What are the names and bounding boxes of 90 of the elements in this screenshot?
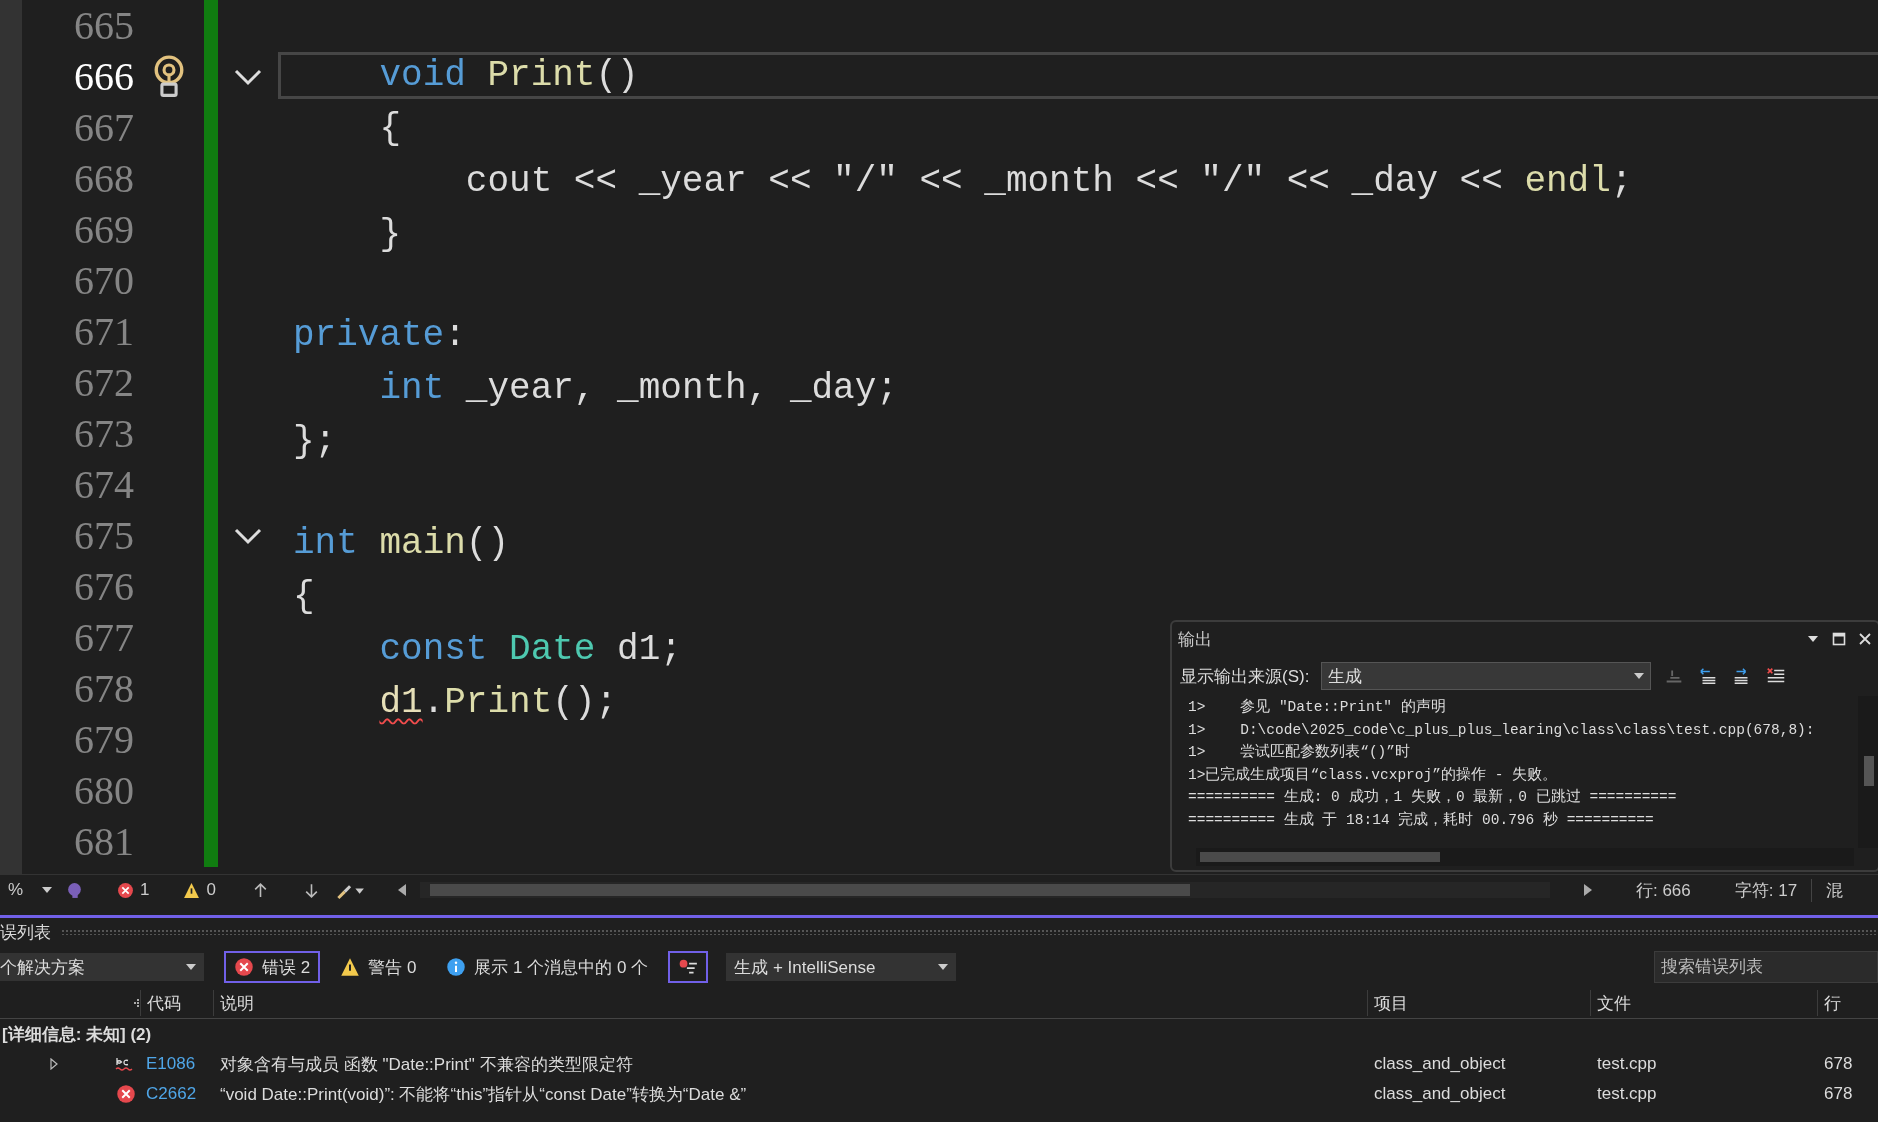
caret-icon bbox=[42, 887, 52, 893]
code-line: void Print() bbox=[378, 54, 639, 96]
error-icon bbox=[234, 957, 254, 977]
code-line: { bbox=[293, 575, 315, 617]
code-line: }; bbox=[293, 421, 337, 462]
panel-title: 误列表 bbox=[0, 921, 51, 944]
code-line: int _year, _month, _day; bbox=[378, 368, 898, 409]
source-dropdown[interactable]: 生成 bbox=[1321, 662, 1652, 690]
line-number: 665 bbox=[74, 2, 134, 49]
head-icon[interactable] bbox=[66, 881, 83, 899]
table-cell-text: class_and_object bbox=[1373, 1084, 1507, 1104]
column-header[interactable]: 项目 bbox=[1367, 990, 1590, 1016]
error-code-link[interactable]: C2662 bbox=[140, 1084, 213, 1104]
maximize-icon[interactable] bbox=[1832, 632, 1846, 646]
code-line: { bbox=[378, 107, 402, 149]
line-number: 676 bbox=[74, 563, 134, 610]
column-header[interactable]: 代码 bbox=[140, 990, 213, 1016]
output-line: 1> 尝试匹配参数列表“()”时 bbox=[1188, 742, 1411, 762]
sort-icon[interactable] bbox=[132, 999, 140, 1007]
scroll-right-icon[interactable] bbox=[1583, 884, 1592, 896]
error-icon[interactable] bbox=[117, 881, 134, 899]
output-line: ========== 生成: 0 成功，1 失败，0 最新，0 已跳过 ========== bbox=[1188, 787, 1678, 807]
column-header[interactable]: 说明 bbox=[213, 990, 1367, 1016]
line-number: 673 bbox=[74, 410, 134, 457]
scope-dropdown[interactable]: 个解决方案 bbox=[0, 953, 204, 981]
line-number: 669 bbox=[74, 206, 134, 253]
horizontal-scrollbar[interactable] bbox=[419, 882, 1550, 898]
line-number: 668 bbox=[74, 155, 134, 202]
group-header[interactable]: [详细信息: 未知] (2) bbox=[0, 1019, 1878, 1049]
line-number: 677 bbox=[74, 614, 134, 661]
output-line: 1>已完成生成项目“class.vcxproj”的操作 - 失败。 bbox=[1188, 765, 1559, 785]
scroll-left-icon[interactable] bbox=[397, 884, 406, 896]
code-line: private: bbox=[293, 315, 466, 356]
info-icon bbox=[446, 957, 467, 977]
line-number: 666 bbox=[74, 53, 134, 100]
caret-icon bbox=[938, 964, 949, 970]
table-cell-text: 678 bbox=[1823, 1084, 1854, 1104]
table-cell-text: class_and_object bbox=[1373, 1054, 1507, 1074]
encoding-button[interactable]: 混 bbox=[1811, 878, 1844, 902]
line-number: 672 bbox=[74, 359, 134, 406]
char-position: 字符: 17 bbox=[1734, 879, 1798, 902]
code-line: } bbox=[378, 213, 402, 255]
output-line: ========== 生成 于 18:14 完成，耗时 00.796 秒 ========== bbox=[1188, 810, 1655, 830]
error-icon bbox=[116, 1084, 136, 1104]
table-cell-text: test.cpp bbox=[1596, 1084, 1658, 1104]
vertical-scrollbar[interactable] bbox=[1858, 696, 1878, 848]
source-label: 显示输出来源(S): bbox=[1180, 665, 1310, 688]
error-count[interactable]: 1 bbox=[140, 880, 150, 900]
column-header[interactable]: 文件 bbox=[1590, 990, 1817, 1016]
warning-icon[interactable] bbox=[183, 881, 201, 899]
output-line: 1> D:\code\2025_code\c_plus_plus_learing\class\class\test.cpp(678,8): bbox=[1188, 720, 1816, 740]
line-position: 行: 666 bbox=[1635, 879, 1691, 902]
code-line: cout << _year << "/" << _month << "/" << _day << endl; bbox=[464, 160, 1633, 202]
collapse-chevron-icon[interactable] bbox=[233, 67, 263, 86]
code-line: const Date d1; bbox=[378, 628, 682, 670]
caret-icon bbox=[1634, 673, 1645, 679]
code-line: int main() bbox=[293, 522, 510, 564]
line-number: 670 bbox=[74, 257, 134, 304]
line-number: 675 bbox=[74, 512, 134, 559]
line-number: 681 bbox=[74, 818, 134, 865]
column-header[interactable]: 行 bbox=[1817, 990, 1865, 1016]
line-number: 678 bbox=[74, 665, 134, 712]
build-filter-toggle[interactable] bbox=[668, 951, 709, 983]
caret-icon bbox=[186, 964, 196, 970]
table-cell-text: 对象含有与成员 函数 "Date::Print" 不兼容的类型限定符 bbox=[219, 1053, 634, 1076]
line-number: 679 bbox=[74, 716, 134, 763]
line-number: 671 bbox=[74, 308, 134, 355]
lightbulb-icon[interactable] bbox=[152, 53, 186, 100]
table-cell-text: 678 bbox=[1823, 1054, 1854, 1074]
expand-arrow-icon[interactable] bbox=[50, 1058, 58, 1070]
source-dropdown[interactable]: 生成 + IntelliSense bbox=[726, 953, 957, 981]
warning-count[interactable]: 0 bbox=[206, 880, 216, 900]
line-number: 680 bbox=[74, 767, 134, 814]
line-number: 674 bbox=[74, 461, 134, 508]
horizontal-scrollbar[interactable] bbox=[1196, 848, 1854, 866]
table-cell-text: “void Date::Print(void)”: 不能将“this”指针从“const Date”转换为“Date &” bbox=[219, 1083, 748, 1106]
error-code-link[interactable]: E1086 bbox=[140, 1054, 213, 1074]
table-cell-text: test.cpp bbox=[1596, 1054, 1658, 1074]
zoom-dropdown[interactable]: % bbox=[0, 880, 52, 900]
close-icon[interactable] bbox=[1858, 632, 1872, 646]
warning-icon bbox=[340, 957, 361, 977]
line-number: 667 bbox=[74, 104, 134, 151]
filter-toggle[interactable]: 错误 2 bbox=[224, 951, 321, 983]
code-line: d1.Print(); bbox=[378, 681, 618, 723]
collapse-chevron-icon[interactable] bbox=[233, 526, 263, 545]
filter-toggle[interactable]: 警告 0 bbox=[330, 951, 427, 983]
filter-toggle[interactable]: 展示 1 个消息中的 0 个 bbox=[436, 951, 659, 983]
panel-title: 输出 bbox=[1178, 628, 1212, 651]
output-line: 1> 参见 "Date::Print" 的声明 bbox=[1188, 697, 1447, 717]
search-field[interactable]: 搜索错误列表 bbox=[1654, 951, 1878, 983]
